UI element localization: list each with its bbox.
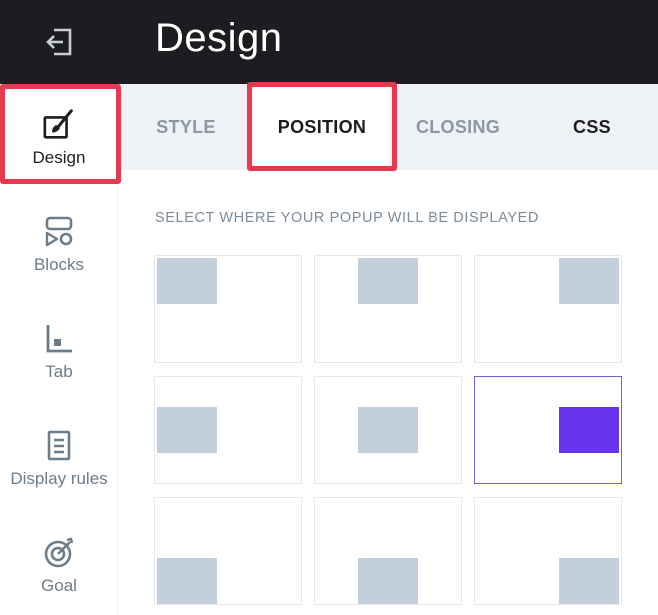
sidebar-item-label: Blocks (33, 255, 85, 274)
sidebar-item-goal[interactable]: Goal (0, 536, 118, 596)
page-header: Design (118, 0, 658, 84)
popup-preview (358, 407, 418, 453)
popup-preview (358, 558, 418, 604)
exit-icon[interactable] (44, 28, 74, 56)
section-label: SELECT WHERE YOUR POPUP WILL BE DISPLAYE… (155, 210, 539, 226)
display-rules-icon (42, 429, 76, 463)
popup-preview (559, 558, 619, 604)
sidebar-item-tab[interactable]: Tab (0, 322, 118, 382)
position-middle-left[interactable] (154, 376, 302, 484)
popup-preview (157, 558, 217, 604)
sidebar-item-label: Display rules (10, 469, 108, 488)
sidebar-item-design[interactable]: Design (0, 95, 118, 179)
tab-css[interactable]: CSS (526, 84, 658, 170)
popup-preview (157, 258, 217, 304)
sidebar-header (0, 0, 118, 84)
sidebar-item-label: Tab (45, 362, 73, 381)
tab-icon (42, 322, 76, 356)
paintbrush-icon (42, 108, 76, 142)
position-top-center[interactable] (314, 255, 462, 363)
sidebar-item-blocks[interactable]: Blocks (0, 215, 118, 275)
position-bottom-center[interactable] (314, 497, 462, 605)
sidebar-item-label: Design (32, 148, 86, 167)
position-top-left[interactable] (154, 255, 302, 363)
popup-preview (559, 258, 619, 304)
popup-preview (157, 407, 217, 453)
sidebar-item-display-rules[interactable]: Display rules (0, 429, 118, 489)
position-bottom-right[interactable] (474, 497, 622, 605)
position-panel: SELECT WHERE YOUR POPUP WILL BE DISPLAYE… (118, 170, 658, 615)
popup-preview (358, 258, 418, 304)
position-bottom-left[interactable] (154, 497, 302, 605)
position-top-right[interactable] (474, 255, 622, 363)
tab-closing[interactable]: CLOSING (390, 84, 526, 170)
app: Design Blocks Tab Display rules Goal Des… (0, 0, 658, 615)
goal-icon (42, 536, 76, 570)
sidebar-item-label: Goal (41, 576, 77, 595)
popup-preview (559, 407, 619, 453)
tab-style[interactable]: STYLE (118, 84, 254, 170)
page-title: Design (155, 16, 283, 60)
position-middle-center[interactable] (314, 376, 462, 484)
tab-bar: STYLE POSITION CLOSING CSS (118, 84, 658, 170)
tab-position[interactable]: POSITION (254, 84, 390, 170)
blocks-icon (42, 215, 76, 249)
position-middle-right[interactable] (474, 376, 622, 484)
sidebar: Design Blocks Tab Display rules Goal (0, 0, 118, 615)
